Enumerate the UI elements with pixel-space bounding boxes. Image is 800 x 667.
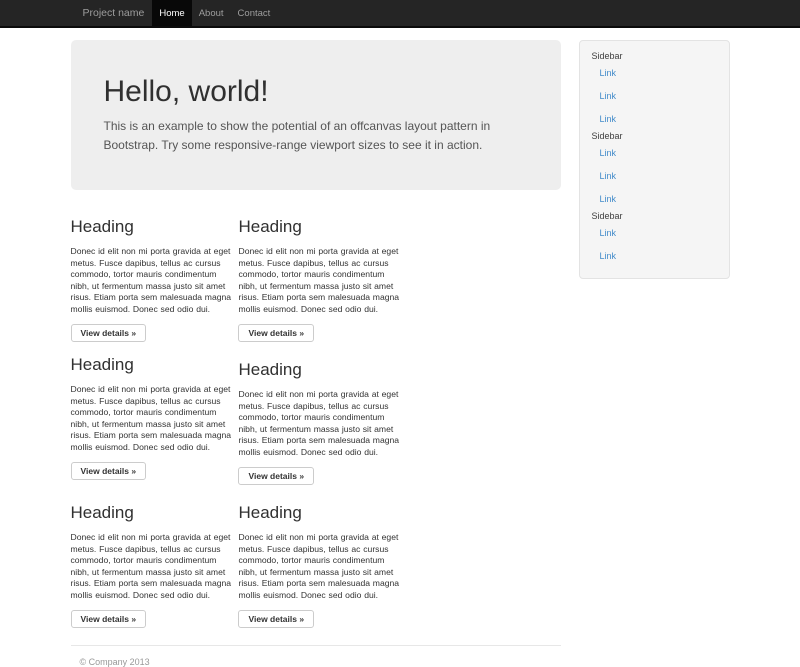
sidebar-link[interactable]: Link: [592, 188, 719, 211]
main-content: Hello, world! This is an example to show…: [71, 40, 561, 667]
card-grid: Heading Donec id elit non mi porta gravi…: [71, 204, 561, 628]
nav-item-contact[interactable]: Contact: [231, 0, 278, 26]
view-details-button[interactable]: View details »: [238, 324, 314, 342]
navbar-container: Project name Home About Contact: [71, 0, 730, 26]
sidebar-group: Sidebar Link Link Link: [592, 131, 719, 211]
navbar-menu: Home About Contact: [152, 0, 277, 26]
sidebar-panel: Sidebar Link Link Link Sidebar Link Link…: [579, 40, 730, 279]
card-body-text: Donec id elit non mi porta gravida at eg…: [238, 532, 400, 601]
card-heading: Heading: [71, 503, 233, 523]
view-details-button[interactable]: View details »: [238, 467, 314, 485]
content-card: Heading Donec id elit non mi porta gravi…: [71, 204, 233, 342]
nav-item-about[interactable]: About: [192, 0, 231, 26]
jumbotron: Hello, world! This is an example to show…: [71, 40, 561, 190]
sidebar-link[interactable]: Link: [592, 165, 719, 188]
sidebar-group: Sidebar Link Link Link: [592, 51, 719, 131]
card-body-text: Donec id elit non mi porta gravida at eg…: [238, 389, 400, 458]
view-details-button[interactable]: View details »: [238, 610, 314, 628]
card-heading: Heading: [238, 217, 400, 237]
page-container: Hello, world! This is an example to show…: [71, 40, 730, 667]
sidebar-link[interactable]: Link: [592, 108, 719, 131]
page-footer: © Company 2013: [71, 645, 561, 667]
view-details-button[interactable]: View details »: [71, 462, 147, 480]
navbar-brand[interactable]: Project name: [71, 0, 153, 26]
content-card: Heading Donec id elit non mi porta gravi…: [238, 342, 400, 485]
sidebar-link[interactable]: Link: [592, 62, 719, 85]
card-body-text: Donec id elit non mi porta gravida at eg…: [238, 246, 400, 315]
card-body-text: Donec id elit non mi porta gravida at eg…: [71, 532, 233, 601]
sidebar-column: Sidebar Link Link Link Sidebar Link Link…: [579, 40, 730, 279]
content-card: Heading Donec id elit non mi porta gravi…: [71, 485, 233, 628]
card-heading: Heading: [238, 503, 400, 523]
content-card: Heading Donec id elit non mi porta gravi…: [71, 342, 233, 485]
sidebar-group-title: Sidebar: [592, 211, 719, 222]
top-navbar: Project name Home About Contact: [0, 0, 800, 28]
page-title: Hello, world!: [104, 75, 526, 108]
card-body-text: Donec id elit non mi porta gravida at eg…: [71, 246, 233, 315]
content-card: Heading Donec id elit non mi porta gravi…: [238, 485, 400, 628]
view-details-button[interactable]: View details »: [71, 610, 147, 628]
jumbotron-description: This is an example to show the potential…: [104, 117, 526, 155]
sidebar-link[interactable]: Link: [592, 222, 719, 245]
sidebar-group: Sidebar Link Link: [592, 211, 719, 268]
navbar-brand-label: Project name: [83, 7, 145, 19]
content-card: Heading Donec id elit non mi porta gravi…: [238, 204, 400, 342]
copyright-text: © Company 2013: [80, 657, 561, 667]
view-details-button[interactable]: View details »: [71, 324, 147, 342]
sidebar-group-title: Sidebar: [592, 51, 719, 62]
sidebar-link[interactable]: Link: [592, 142, 719, 165]
card-heading: Heading: [71, 355, 233, 375]
sidebar-group-title: Sidebar: [592, 131, 719, 142]
card-body-text: Donec id elit non mi porta gravida at eg…: [71, 384, 233, 453]
nav-item-home[interactable]: Home: [152, 0, 191, 26]
card-heading: Heading: [71, 217, 233, 237]
sidebar-link[interactable]: Link: [592, 245, 719, 268]
card-heading: Heading: [238, 360, 400, 380]
sidebar-link[interactable]: Link: [592, 85, 719, 108]
